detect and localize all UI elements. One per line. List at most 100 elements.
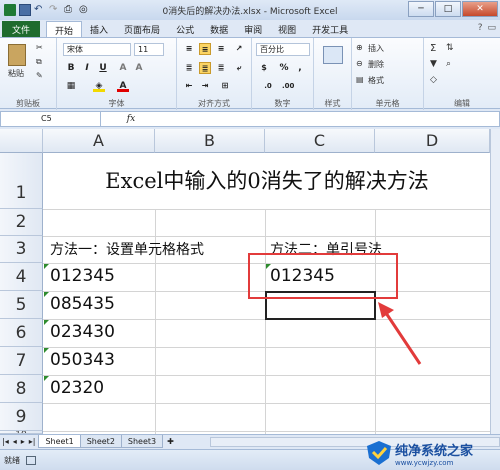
delete-cells-button[interactable]: 删除	[368, 59, 384, 70]
tab-home[interactable]: 开始	[46, 21, 83, 37]
fill-color-icon[interactable]: ◈	[93, 80, 105, 92]
title-bar: ↶ ↷ ⎙ ◎ 0消失后的解决办法.xlsx - Microsoft Excel…	[0, 0, 500, 20]
bold-button[interactable]: B	[65, 62, 77, 74]
clear-icon[interactable]: ◇	[430, 75, 437, 85]
column-header-d[interactable]: D	[375, 129, 490, 153]
font-color-button[interactable]: A	[117, 80, 129, 92]
comma-button[interactable]: ,	[294, 62, 306, 74]
cell-a4[interactable]: 012345	[50, 266, 115, 286]
italic-button[interactable]: I	[81, 62, 93, 74]
sheet-tab-3[interactable]: Sheet3	[120, 435, 164, 448]
fx-icon[interactable]: fx	[101, 114, 161, 124]
tab-file[interactable]: 文件	[2, 21, 41, 37]
row-header-1[interactable]: 1	[0, 153, 43, 209]
underline-button[interactable]: U	[97, 62, 109, 74]
sheet-tab-2[interactable]: Sheet2	[79, 435, 122, 448]
indent-increase-icon[interactable]: ⇥	[199, 80, 211, 92]
macro-record-icon[interactable]	[26, 455, 36, 465]
align-left-icon[interactable]: ≣	[183, 62, 195, 74]
select-all-corner[interactable]	[0, 129, 43, 153]
number-format-select[interactable]: 百分比	[256, 43, 310, 56]
tab-developer[interactable]: 开发工具	[304, 21, 356, 37]
align-center-icon[interactable]: ≣	[199, 62, 211, 74]
insert-cells-icon[interactable]: ⊕	[356, 43, 363, 52]
sheet-nav-next-icon[interactable]: ▸	[19, 437, 27, 446]
decrease-decimal-icon[interactable]: .00	[282, 80, 294, 92]
font-size-select[interactable]: 11	[134, 43, 164, 56]
gridline	[43, 403, 490, 404]
currency-icon[interactable]: $	[258, 62, 270, 74]
close-button[interactable]: ✕	[462, 1, 498, 17]
ribbon-minimize-icon[interactable]: ▭	[487, 23, 496, 33]
tab-review[interactable]: 审阅	[236, 21, 270, 37]
cell-a1-title[interactable]: Excel中输入的0消失了的解决方法	[44, 153, 490, 209]
sheet-nav-prev-icon[interactable]: ◂	[11, 437, 19, 446]
align-right-icon[interactable]: ≣	[215, 62, 227, 74]
sheet-nav-first-icon[interactable]: |◂	[0, 437, 11, 446]
formula-bar: C5 fx	[0, 111, 500, 127]
merge-center-icon[interactable]: ⊞	[219, 80, 231, 92]
error-indicator-icon	[44, 348, 49, 353]
font-shrink-icon[interactable]: A	[133, 62, 145, 74]
insert-cells-button[interactable]: 插入	[368, 43, 384, 54]
percent-button[interactable]: %	[278, 62, 290, 74]
column-header-c[interactable]: C	[265, 129, 375, 153]
format-painter-icon[interactable]: ✎	[36, 71, 43, 80]
sheet-tab-1[interactable]: Sheet1	[38, 435, 81, 448]
new-sheet-icon[interactable]: ✚	[163, 437, 178, 446]
font-grow-icon[interactable]: A	[117, 62, 129, 74]
column-header-a[interactable]: A	[43, 129, 155, 153]
group-alignment: ≡ ≡ ≡ ↗ ≣ ≣ ≣ ⤶ ⇤ ⇥ ⊞ 对齐方式	[177, 38, 252, 110]
copy-icon[interactable]: ⧉	[36, 57, 42, 67]
styles-icon[interactable]	[323, 46, 343, 64]
name-box[interactable]: C5	[1, 112, 101, 126]
row-header-2[interactable]: 2	[0, 209, 43, 236]
cell-a8[interactable]: 02320	[50, 378, 104, 398]
cell-a5[interactable]: 085435	[50, 294, 115, 314]
cell-a3[interactable]: 方法一：设置单元格格式	[50, 239, 204, 259]
border-icon[interactable]: ▦	[65, 80, 77, 92]
format-cells-icon[interactable]: ▤	[356, 75, 364, 84]
vertical-scrollbar[interactable]	[490, 129, 500, 434]
maximize-button[interactable]: □	[435, 1, 461, 17]
help-icon[interactable]: ?	[478, 23, 483, 33]
gridline	[43, 236, 490, 237]
autosum-icon[interactable]: Σ	[430, 43, 436, 54]
row-header-8[interactable]: 8	[0, 375, 43, 403]
cell-a6[interactable]: 023430	[50, 322, 115, 342]
row-header-5[interactable]: 5	[0, 291, 43, 319]
align-bottom-icon[interactable]: ≡	[215, 43, 227, 55]
tab-insert[interactable]: 插入	[82, 21, 116, 37]
orientation-icon[interactable]: ↗	[233, 43, 245, 55]
cell-a7[interactable]: 050343	[50, 350, 115, 370]
tab-formulas[interactable]: 公式	[168, 21, 202, 37]
increase-decimal-icon[interactable]: .0	[262, 80, 274, 92]
tab-page-layout[interactable]: 页面布局	[116, 21, 168, 37]
worksheet-grid[interactable]: A B C D 1 2 3 4 5 6 7 8 9 10 Excel中输入的0消…	[0, 129, 490, 434]
align-middle-icon[interactable]: ≡	[199, 43, 211, 55]
align-top-icon[interactable]: ≡	[183, 43, 195, 55]
tab-view[interactable]: 视图	[270, 21, 304, 37]
row-header-7[interactable]: 7	[0, 347, 43, 375]
font-name-select[interactable]: 宋体	[63, 43, 131, 56]
paste-button[interactable]: 粘贴	[8, 68, 24, 79]
cut-icon[interactable]: ✂	[36, 43, 43, 52]
delete-cells-icon[interactable]: ⊖	[356, 59, 363, 68]
row-header-3[interactable]: 3	[0, 236, 43, 263]
format-cells-button[interactable]: 格式	[368, 75, 384, 86]
row-header-9[interactable]: 9	[0, 403, 43, 431]
error-indicator-icon	[44, 292, 49, 297]
formula-input[interactable]	[161, 112, 499, 126]
fill-icon[interactable]: ▼	[430, 59, 437, 69]
column-header-b[interactable]: B	[155, 129, 265, 153]
row-header-6[interactable]: 6	[0, 319, 43, 347]
minimize-button[interactable]: ─	[408, 1, 434, 17]
indent-decrease-icon[interactable]: ⇤	[183, 80, 195, 92]
tab-data[interactable]: 数据	[202, 21, 236, 37]
group-editing: Σ ⇅ ▼ ⌕ ◇ 编辑	[424, 38, 500, 110]
find-icon[interactable]: ⌕	[446, 59, 451, 69]
row-header-4[interactable]: 4	[0, 263, 43, 291]
sort-filter-icon[interactable]: ⇅	[446, 43, 454, 53]
wrap-text-icon[interactable]: ⤶	[233, 62, 245, 74]
paste-icon[interactable]	[8, 44, 26, 66]
